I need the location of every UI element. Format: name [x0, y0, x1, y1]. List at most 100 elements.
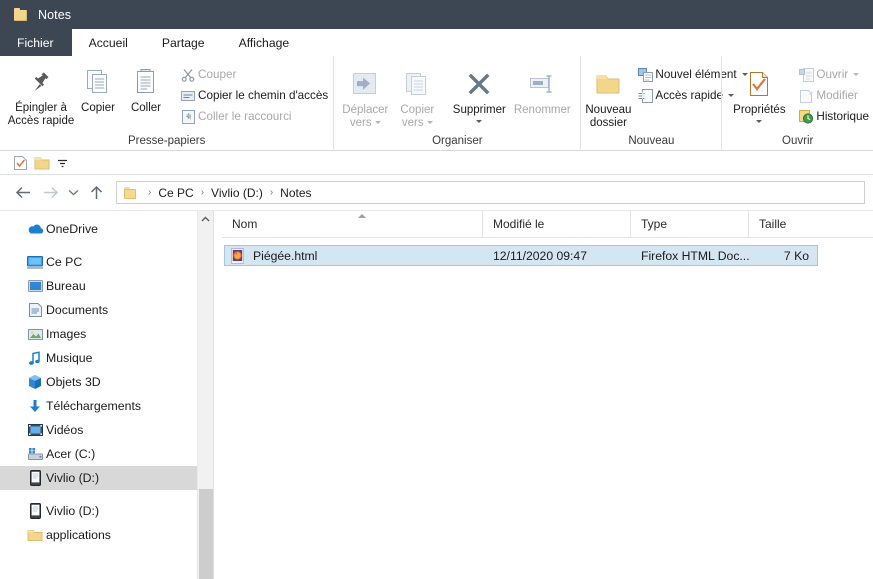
sidebar-item-label: Documents [46, 303, 109, 317]
sidebar-item-videos[interactable]: Vidéos [0, 418, 213, 442]
sidebar-item-label: Vivlio (D:) [46, 504, 100, 518]
scissors-icon [178, 68, 198, 82]
sidebar-item-onedrive[interactable]: OneDrive [0, 217, 213, 241]
column-header-type[interactable]: Type [630, 211, 748, 237]
hard-drive-icon [24, 447, 46, 461]
sidebar-item-ce-pc[interactable]: Ce PC [0, 250, 213, 274]
properties-button[interactable]: Propriétés [728, 62, 790, 126]
ribbon-tab-strip: Fichier Accueil Partage Affichage [0, 29, 873, 56]
sidebar-item-musique[interactable]: Musique [0, 346, 213, 370]
column-header-label: Type [641, 217, 668, 231]
paste-button[interactable]: Coller [122, 60, 170, 115]
sidebar-item-telechargements[interactable]: Téléchargements [0, 394, 213, 418]
sidebar-item-images[interactable]: Images [0, 322, 213, 346]
breadcrumb-item-vivlio-d[interactable]: Vivlio (D:) [211, 186, 263, 200]
forward-arrow-icon [37, 180, 64, 206]
chevron-down-icon [476, 120, 483, 123]
column-header-label: Nom [232, 217, 258, 231]
group-label-clipboard: Presse-papiers [127, 135, 206, 147]
copy-path-button[interactable]: Copier le chemin d'accès [178, 85, 332, 106]
navigation-pane-scrollbar[interactable] [197, 211, 213, 579]
ribbon-group-open: Propriétés Ouvrir Modifier Historique Ou… [721, 56, 873, 151]
breadcrumb-separator: › [148, 187, 152, 198]
folder-icon [14, 8, 29, 21]
copy-button[interactable]: Copier [74, 60, 122, 115]
explorer-content: OneDrive Ce PC Bureau Documents Images M… [0, 211, 873, 579]
sidebar-item-label: Objets 3D [46, 375, 101, 389]
edit-button[interactable]: Modifier [796, 85, 873, 106]
breadcrumb[interactable]: › Ce PC › Vivlio (D:) › Notes [116, 181, 865, 204]
ribbon-group-new: Nouveau dossier Nouvel élément Accès rap… [580, 56, 748, 151]
copy-label: Copier [81, 102, 115, 114]
tab-partage[interactable]: Partage [144, 29, 222, 56]
pin-to-quick-access-button[interactable]: Épingler à Accès rapide [8, 60, 74, 128]
file-size-cell: 7 Ko [783, 248, 809, 263]
column-header-size[interactable]: Taille [748, 211, 836, 237]
copy-to-button[interactable]: Copier vers [392, 62, 442, 130]
move-to-label-line2: vers [350, 117, 381, 130]
file-list-pane: Nom Modifié le Type Taille Piégée.html 1… [214, 211, 873, 579]
pictures-icon [24, 327, 46, 341]
paste-icon [134, 64, 158, 100]
sidebar-item-label: applications [46, 528, 111, 542]
sidebar-item-vivlio-d-root[interactable]: Vivlio (D:) [0, 499, 213, 523]
back-arrow-icon[interactable] [10, 180, 37, 206]
scroll-up-icon[interactable] [198, 211, 213, 226]
move-to-button[interactable]: Déplacer vers [338, 62, 392, 130]
move-to-label-line1: Déplacer [342, 104, 389, 116]
sidebar-item-documents[interactable]: Documents [0, 298, 213, 322]
address-bar: › Ce PC › Vivlio (D:) › Notes [0, 175, 873, 211]
sidebar-item-acer-c[interactable]: Acer (C:) [0, 442, 213, 466]
sidebar-item-vivlio-d[interactable]: Vivlio (D:) [0, 466, 213, 490]
new-folder-qat-icon[interactable] [31, 153, 52, 172]
paste-shortcut-icon [178, 109, 198, 124]
this-pc-icon [24, 255, 46, 270]
chevron-down-icon [853, 73, 860, 76]
folder-icon [24, 529, 46, 542]
history-icon [796, 109, 816, 124]
sidebar-item-bureau[interactable]: Bureau [0, 274, 213, 298]
sidebar-item-label: Vivlio (D:) [46, 471, 100, 485]
breadcrumb-item-ce-pc[interactable]: Ce PC [158, 186, 193, 200]
breadcrumb-item-notes[interactable]: Notes [280, 186, 311, 200]
properties-label: Propriétés [733, 104, 786, 116]
new-folder-label-line1: Nouveau [585, 104, 632, 116]
scrollbar-thumb[interactable] [199, 489, 213, 579]
tab-accueil[interactable]: Accueil [71, 29, 145, 56]
chevron-down-icon [374, 121, 381, 125]
firefox-html-icon [230, 247, 246, 264]
navigation-pane: OneDrive Ce PC Bureau Documents Images M… [0, 211, 213, 579]
group-label-new: Nouveau [628, 135, 675, 147]
open-button[interactable]: Ouvrir [796, 64, 873, 85]
rename-button[interactable]: Renommer [510, 62, 574, 117]
cut-button[interactable]: Couper [178, 64, 332, 85]
history-label: Historique [816, 110, 869, 123]
column-header-name[interactable]: Nom [222, 211, 482, 237]
table-row[interactable]: Piégée.html 12/11/2020 09:47 Firefox HTM… [224, 245, 818, 266]
tab-fichier[interactable]: Fichier [0, 29, 72, 56]
new-folder-label-line2: dossier [589, 117, 627, 129]
delete-button[interactable]: Supprimer [448, 62, 510, 126]
history-button[interactable]: Historique [796, 106, 873, 127]
column-header-modified[interactable]: Modifié le [482, 211, 630, 237]
new-folder-button[interactable]: Nouveau dossier [585, 62, 631, 130]
up-arrow-icon[interactable] [83, 180, 110, 206]
recent-locations-icon[interactable] [64, 180, 83, 206]
new-item-icon [635, 67, 655, 82]
copy-path-label: Copier le chemin d'accès [198, 89, 329, 102]
documents-icon [24, 302, 46, 318]
customize-dropdown-icon[interactable] [52, 153, 73, 172]
quick-access-toolbar [0, 151, 873, 175]
pin-icon [28, 64, 54, 100]
device-icon [24, 470, 46, 486]
paste-shortcut-button[interactable]: Coller le raccourci [178, 106, 332, 127]
copy-path-icon [178, 90, 198, 102]
sidebar-item-label: Vidéos [46, 423, 84, 437]
sidebar-item-applications[interactable]: applications [0, 523, 213, 547]
properties-qat-icon[interactable] [10, 153, 31, 172]
tab-affichage[interactable]: Affichage [221, 29, 307, 56]
file-modified-cell: 12/11/2020 09:47 [493, 248, 587, 263]
ribbon-group-clipboard: Épingler à Accès rapide Copier Coller Co… [0, 56, 333, 151]
group-label-organize: Organiser [432, 135, 483, 147]
sidebar-item-objets-3d[interactable]: Objets 3D [0, 370, 213, 394]
